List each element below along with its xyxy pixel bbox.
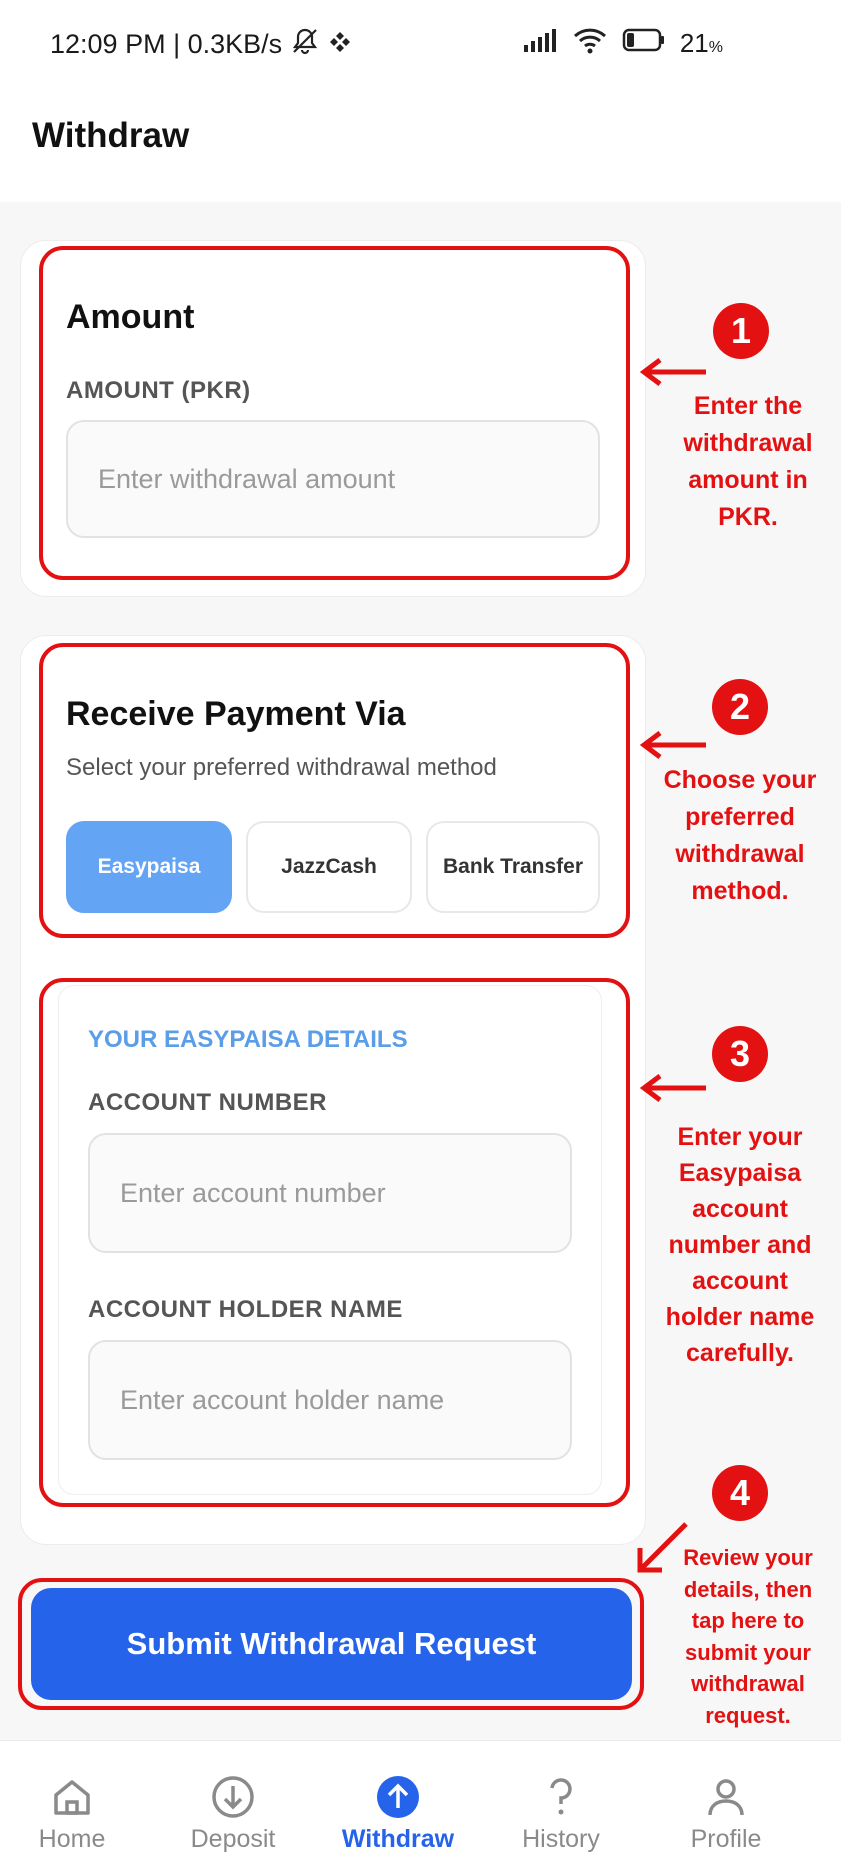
note-line: tap here to	[691, 1608, 805, 1633]
note-line: submit your	[685, 1639, 811, 1665]
nav-label-withdraw: Withdraw	[341, 1825, 455, 1853]
battery-unit: %	[708, 39, 723, 56]
note-line: withdrawal	[691, 1671, 805, 1696]
note-line: withdrawal	[683, 429, 813, 457]
highlight-box-1	[39, 246, 630, 580]
wifi-icon	[572, 26, 608, 61]
withdraw-icon	[377, 1776, 419, 1818]
deposit-icon	[212, 1776, 254, 1818]
annotation-note-2: Choose your preferred withdrawal method.	[650, 762, 830, 910]
nav-label-profile: Profile	[690, 1825, 762, 1853]
nav-label-home: Home	[38, 1825, 106, 1853]
home-icon	[54, 1780, 90, 1815]
note-line: Easypaisa	[678, 1159, 802, 1187]
battery-percent: 21	[679, 28, 709, 58]
highlight-box-3	[39, 978, 630, 1507]
note-line: method.	[691, 877, 789, 905]
note-line: withdrawal	[675, 840, 805, 868]
app-icon	[328, 29, 352, 60]
nav-item-profile[interactable]: Profile	[656, 1775, 796, 1854]
note-line: carefully.	[686, 1339, 794, 1367]
nav-item-home[interactable]: Home	[2, 1775, 142, 1854]
note-line: details, then	[683, 1576, 813, 1602]
annotation-note-3: Enter your Easypaisa account number and …	[650, 1119, 830, 1371]
note-line: Enter your	[677, 1123, 803, 1151]
note-line: Choose your	[663, 766, 817, 794]
annotation-note-4: Review your details, then tap here to su…	[668, 1542, 828, 1731]
nav-item-deposit[interactable]: Deposit	[163, 1775, 303, 1854]
note-line: PKR.	[718, 503, 778, 531]
note-line: preferred	[685, 803, 795, 831]
note-line: amount in	[688, 466, 808, 494]
highlight-box-4	[18, 1578, 644, 1710]
note-line: request.	[705, 1702, 791, 1728]
history-icon	[550, 1778, 572, 1815]
note-line: account	[692, 1267, 788, 1295]
nav-item-history[interactable]: History	[491, 1775, 631, 1854]
nav-label-deposit: Deposit	[190, 1825, 276, 1853]
highlight-box-2	[39, 643, 630, 938]
annotation-badge-1: 1	[713, 303, 769, 359]
nav-item-withdraw[interactable]: Withdraw	[328, 1775, 468, 1854]
annotation-badge-2: 2	[712, 679, 768, 735]
annotation-note-1: Enter the withdrawal amount in PKR.	[658, 388, 838, 536]
status-right: 21%	[522, 26, 723, 61]
note-line: holder name	[665, 1303, 815, 1331]
annotation-badge-4: 4	[712, 1465, 768, 1521]
note-line: number and	[668, 1231, 812, 1259]
battery-icon	[622, 27, 666, 60]
nav-label-history: History	[522, 1825, 600, 1853]
note-line: account	[692, 1195, 788, 1223]
arrow-left-icon	[639, 1074, 706, 1102]
battery-level: 21%	[680, 28, 723, 59]
note-line: Enter the	[693, 392, 803, 420]
annotation-badge-3: 3	[712, 1026, 768, 1082]
page-title: Withdraw	[32, 116, 190, 155]
profile-icon	[708, 1779, 744, 1816]
note-line: Review your	[683, 1545, 813, 1570]
signal-icon	[522, 27, 558, 60]
arrow-left-icon	[639, 731, 706, 759]
status-time-speed: 12:09 PM | 0.3KB/s	[50, 29, 283, 59]
arrow-left-icon	[639, 358, 706, 386]
status-left: 12:09 PM | 0.3KB/s	[50, 26, 352, 63]
mute-notification-icon	[290, 26, 320, 63]
